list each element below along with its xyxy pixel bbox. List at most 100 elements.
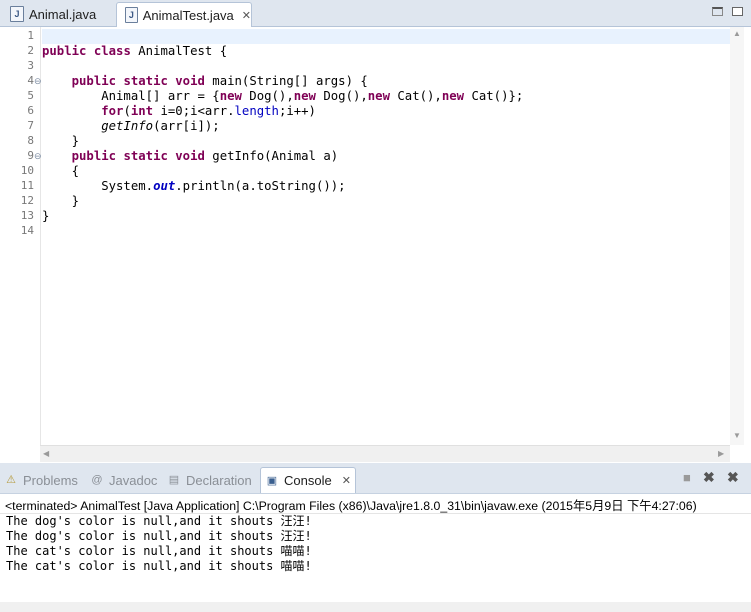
tab-label: Console xyxy=(284,473,332,488)
code-line: } xyxy=(42,194,79,209)
code-token: } xyxy=(42,194,80,208)
code-token: System. xyxy=(42,179,154,193)
code-token: public xyxy=(42,44,87,58)
views-tab-bar: ⚠ Problems @ Javadoc ▤ Declaration ▣ Con… xyxy=(0,465,751,494)
code-token: } xyxy=(42,209,50,223)
code-token: i=0;i<arr. xyxy=(153,104,235,118)
console-output-line: The dog's color is null,and it shouts 汪汪… xyxy=(6,529,312,543)
code-token: Dog(), xyxy=(315,89,368,103)
code-line: public static void getInfo(Animal a) xyxy=(42,149,339,164)
code-line: for(int i=0;i<arr.length;i++) xyxy=(42,104,316,119)
console-horizontal-scrollbar[interactable] xyxy=(0,602,751,612)
scroll-right-arrow-icon[interactable]: ▶ xyxy=(718,449,724,458)
scroll-left-arrow-icon[interactable]: ◀ xyxy=(43,449,49,458)
line-number: 3 xyxy=(27,59,34,72)
code-token: length xyxy=(234,104,279,118)
code-token: class xyxy=(93,44,131,58)
code-token: main(String[] args) { xyxy=(204,74,368,88)
tab-animaltest-java[interactable]: J AnimalTest.java ✕ xyxy=(116,2,252,27)
code-token: new xyxy=(441,89,465,103)
code-token: ;i++) xyxy=(278,104,316,118)
console-output-line: The cat's color is null,and it shouts 喵喵… xyxy=(6,559,312,573)
line-number: 6 xyxy=(27,104,34,117)
editor-horizontal-scrollbar[interactable]: ◀ ▶ xyxy=(40,445,730,462)
code-line: System.out.println(a.toString()); xyxy=(42,179,346,194)
line-number: 2 xyxy=(27,44,34,57)
terminate-icon[interactable]: ■ xyxy=(683,470,691,485)
console-panel: ⚠ Problems @ Javadoc ▤ Declaration ▣ Con… xyxy=(0,465,751,612)
line-number: 12 xyxy=(20,194,34,207)
console-output-line: The dog's color is null,and it shouts 汪汪… xyxy=(6,514,312,528)
code-token: void xyxy=(175,74,205,88)
code-token: new xyxy=(367,89,390,103)
code-token: new xyxy=(293,89,316,103)
line-number: 10 xyxy=(20,164,34,177)
maximize-icon[interactable] xyxy=(732,7,743,16)
console-toolbar: ■ ✖ ✖ xyxy=(681,469,751,489)
tab-label: Problems xyxy=(23,472,78,488)
code-token: Animal[] arr = { xyxy=(42,89,220,103)
code-line: Animal[] arr = {new Dog(),new Dog(),new … xyxy=(42,89,523,104)
fold-collapse-icon[interactable]: ⊖ xyxy=(34,76,42,87)
line-number-gutter: 1 2 3 4 5 6 7 8 9 10 11 12 13 14 ⊖ ⊖ xyxy=(14,27,42,445)
line-number: 11 xyxy=(20,179,34,192)
line-number: 13 xyxy=(20,209,34,222)
code-token: for xyxy=(101,104,124,118)
close-tab-icon[interactable]: ✕ xyxy=(242,9,251,22)
code-token: Dog(), xyxy=(241,89,294,103)
tab-console[interactable]: ▣ Console ✕ xyxy=(260,467,356,493)
tab-label: Declaration xyxy=(186,472,252,488)
problems-icon: ⚠ xyxy=(6,474,16,486)
line-number: 9 xyxy=(27,149,34,162)
code-line: public class AnimalTest { xyxy=(42,44,227,59)
code-token: ( xyxy=(123,104,131,118)
remove-all-terminated-icon[interactable]: ✖ xyxy=(727,469,739,486)
line-number: 4 xyxy=(27,74,34,87)
line-number: 1 xyxy=(27,29,34,42)
console-output-line: The cat's color is null,and it shouts 喵喵… xyxy=(6,544,312,558)
scroll-up-arrow-icon[interactable]: ▲ xyxy=(733,29,741,38)
code-line: { xyxy=(42,164,79,179)
code-token: static xyxy=(123,149,168,163)
line-number: 14 xyxy=(20,224,34,237)
fold-collapse-icon[interactable]: ⊖ xyxy=(34,151,42,162)
java-file-icon: J xyxy=(10,6,24,22)
tab-javadoc[interactable]: @ Javadoc xyxy=(90,470,157,490)
close-tab-icon[interactable]: ✕ xyxy=(342,474,351,487)
code-token: .println(a.toString()); xyxy=(175,179,346,193)
code-editor[interactable]: 1 2 3 4 5 6 7 8 9 10 11 12 13 14 ⊖ ⊖ public class Anima… xyxy=(14,27,744,445)
code-token: } xyxy=(42,134,80,148)
editor-tab-bar: J Animal.java J AnimalTest.java ✕ xyxy=(0,0,751,27)
code-token: getInfo xyxy=(101,119,154,133)
remove-launch-icon[interactable]: ✖ xyxy=(703,469,715,486)
editor-vertical-scrollbar[interactable]: ▲ ▼ xyxy=(730,27,744,445)
code-line: } xyxy=(42,209,49,224)
tab-declaration[interactable]: ▤ Declaration xyxy=(167,470,252,490)
code-line: getInfo(arr[i]); xyxy=(42,119,220,134)
code-token: new xyxy=(219,89,242,103)
code-token: void xyxy=(175,149,205,163)
tab-problems[interactable]: ⚠ Problems xyxy=(4,470,78,490)
declaration-icon: ▤ xyxy=(168,474,180,486)
code-token: public xyxy=(71,74,117,88)
tab-animal-java[interactable]: J Animal.java xyxy=(2,2,114,26)
console-icon: ▣ xyxy=(266,474,278,487)
code-token: int xyxy=(130,104,154,118)
code-token: (arr[i]); xyxy=(153,119,220,133)
code-token: { xyxy=(42,164,80,178)
editor-area: J Animal.java J AnimalTest.java ✕ 123456… xyxy=(0,0,751,463)
code-token: public xyxy=(71,149,117,163)
code-line: } xyxy=(42,134,79,149)
scroll-down-arrow-icon[interactable]: ▼ xyxy=(733,431,741,440)
line-number: 5 xyxy=(27,89,34,102)
code-text[interactable]: public class AnimalTest { public static … xyxy=(42,27,744,445)
minimize-icon[interactable] xyxy=(712,7,723,16)
code-token: getInfo(Animal a) xyxy=(204,149,339,163)
tab-label: Javadoc xyxy=(109,472,158,488)
javadoc-icon: @ xyxy=(91,474,103,486)
